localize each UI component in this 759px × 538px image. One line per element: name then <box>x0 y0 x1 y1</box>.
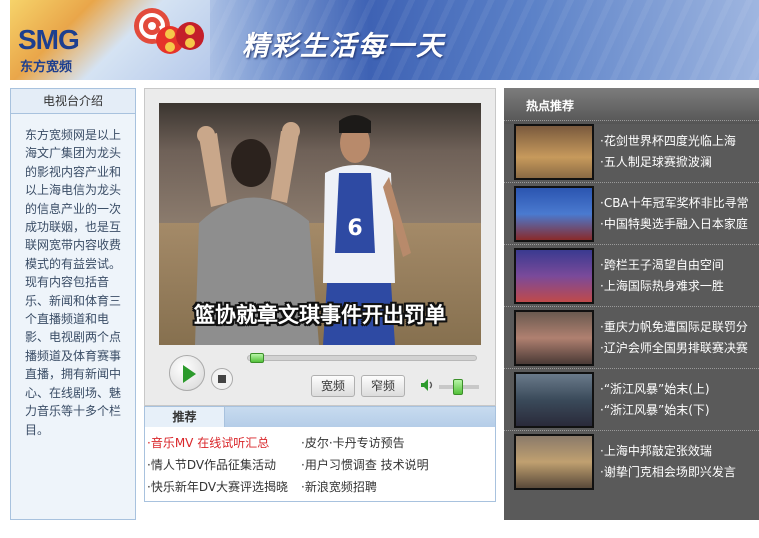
hot-link[interactable]: ·重庆力帆免遭国际足联罚分 <box>600 318 748 335</box>
hot-thumbnail[interactable] <box>514 124 594 180</box>
stop-button[interactable] <box>211 368 233 390</box>
banner-slogan: 精彩生活每一天 <box>242 31 445 62</box>
hot-link[interactable]: ·跨栏王子渴望自由空间 <box>600 256 724 273</box>
progress-bar[interactable] <box>247 353 477 363</box>
recommend-link[interactable]: ·新浪宽频招聘 <box>301 478 377 495</box>
hot-link[interactable]: ·花剑世界杯四度光临上海 <box>600 132 736 149</box>
recommend-link[interactable]: ·用户习惯调查 技术说明 <box>301 456 429 473</box>
at-88-logo-icon <box>134 8 204 54</box>
play-button[interactable] <box>169 355 205 391</box>
recommend-link[interactable]: ·情人节DV作品征集活动 <box>147 456 276 473</box>
progress-thumb[interactable] <box>250 353 264 363</box>
hot-title: 热点推荐 <box>504 88 759 124</box>
hot-link[interactable]: ·辽沪会师全国男排联赛决赛 <box>600 339 748 356</box>
hot-link[interactable]: ·五人制足球赛掀波澜 <box>600 153 712 170</box>
volume-slider[interactable] <box>439 379 479 395</box>
svg-text:6: 6 <box>347 216 362 241</box>
hot-link[interactable]: ·上海中邦敲定张效瑞 <box>600 442 712 459</box>
speaker-icon[interactable] <box>419 377 435 393</box>
video-screen[interactable]: 6 篮协就章文琪事件开出罚单 <box>159 103 481 345</box>
hot-row: ·跨栏王子渴望自由空间 ·上海国际热身难求一胜 <box>504 244 759 306</box>
logo-text: SMG <box>18 24 80 55</box>
recommend-link[interactable]: ·皮尔·卡丹专访预告 <box>301 434 405 451</box>
recommend-header: 推荐 <box>145 407 495 427</box>
recommend-link[interactable]: ·音乐MV 在线试听汇总 <box>147 434 269 451</box>
hot-link[interactable]: ·“浙江风暴”始末(下) <box>600 401 710 418</box>
site-banner: SMG 东方宽频 精彩生活每一天 <box>10 0 759 80</box>
recommend-panel: 推荐 ·音乐MV 在线试听汇总 ·皮尔·卡丹专访预告 ·情人节DV作品征集活动 … <box>144 406 496 502</box>
hot-thumbnail[interactable] <box>514 372 594 428</box>
player-controls: 宽频 窄频 <box>145 351 495 405</box>
hot-thumbnail[interactable] <box>514 186 594 242</box>
hot-link[interactable]: ·CBA十年冠军奖杯非比寻常 <box>600 194 749 211</box>
intro-title: 电视台介绍 <box>11 89 135 114</box>
recommend-link[interactable]: ·快乐新年DV大赛评选揭晓 <box>147 478 288 495</box>
narrowband-button[interactable]: 窄频 <box>361 375 405 397</box>
hot-thumbnail[interactable] <box>514 248 594 304</box>
smg-logo[interactable]: SMG 东方宽频 <box>10 0 210 80</box>
logo-cn-text: 东方宽频 <box>20 60 73 75</box>
hot-news-panel: 热点推荐 ·花剑世界杯四度光临上海 ·五人制足球赛掀波澜 ·CBA十年冠军奖杯非… <box>504 88 759 520</box>
hot-link[interactable]: ·“浙江风暴”始末(上) <box>600 380 710 397</box>
stop-icon <box>218 375 226 383</box>
video-player: 6 篮协就章文琪事件开出罚单 宽频 窄频 <box>144 88 496 406</box>
hot-thumbnail[interactable] <box>514 310 594 366</box>
intro-text: 东方宽频网是以上海文广集团为龙头的影视内容产业和以上海电信为龙头的信息产业的一次… <box>25 128 122 437</box>
play-icon <box>183 365 196 383</box>
broadband-button[interactable]: 宽频 <box>311 375 355 397</box>
volume-thumb[interactable] <box>453 379 463 395</box>
hot-row: ·CBA十年冠军奖杯非比寻常 ·中国特奥选手融入日本家庭 <box>504 182 759 244</box>
hot-row: ·“浙江风暴”始末(上) ·“浙江风暴”始末(下) <box>504 368 759 430</box>
station-intro-panel: 电视台介绍 东方宽频网是以上海文广集团为龙头的影视内容产业和以上海电信为龙头的信… <box>10 88 136 520</box>
hot-row: ·花剑世界杯四度光临上海 ·五人制足球赛掀波澜 <box>504 120 759 182</box>
hot-link[interactable]: ·中国特奥选手融入日本家庭 <box>600 215 748 232</box>
recommend-tab[interactable]: 推荐 <box>145 407 225 427</box>
hot-row: ·重庆力帆免遭国际足联罚分 ·辽沪会师全国男排联赛决赛 <box>504 306 759 368</box>
hot-link[interactable]: ·上海国际热身难求一胜 <box>600 277 724 294</box>
hot-thumbnail[interactable] <box>514 434 594 490</box>
hot-row: ·上海中邦敲定张效瑞 ·谢挚门克相会场即兴发言 <box>504 430 759 492</box>
hot-link[interactable]: ·谢挚门克相会场即兴发言 <box>600 463 736 480</box>
video-caption: 篮协就章文琪事件开出罚单 <box>194 303 446 327</box>
